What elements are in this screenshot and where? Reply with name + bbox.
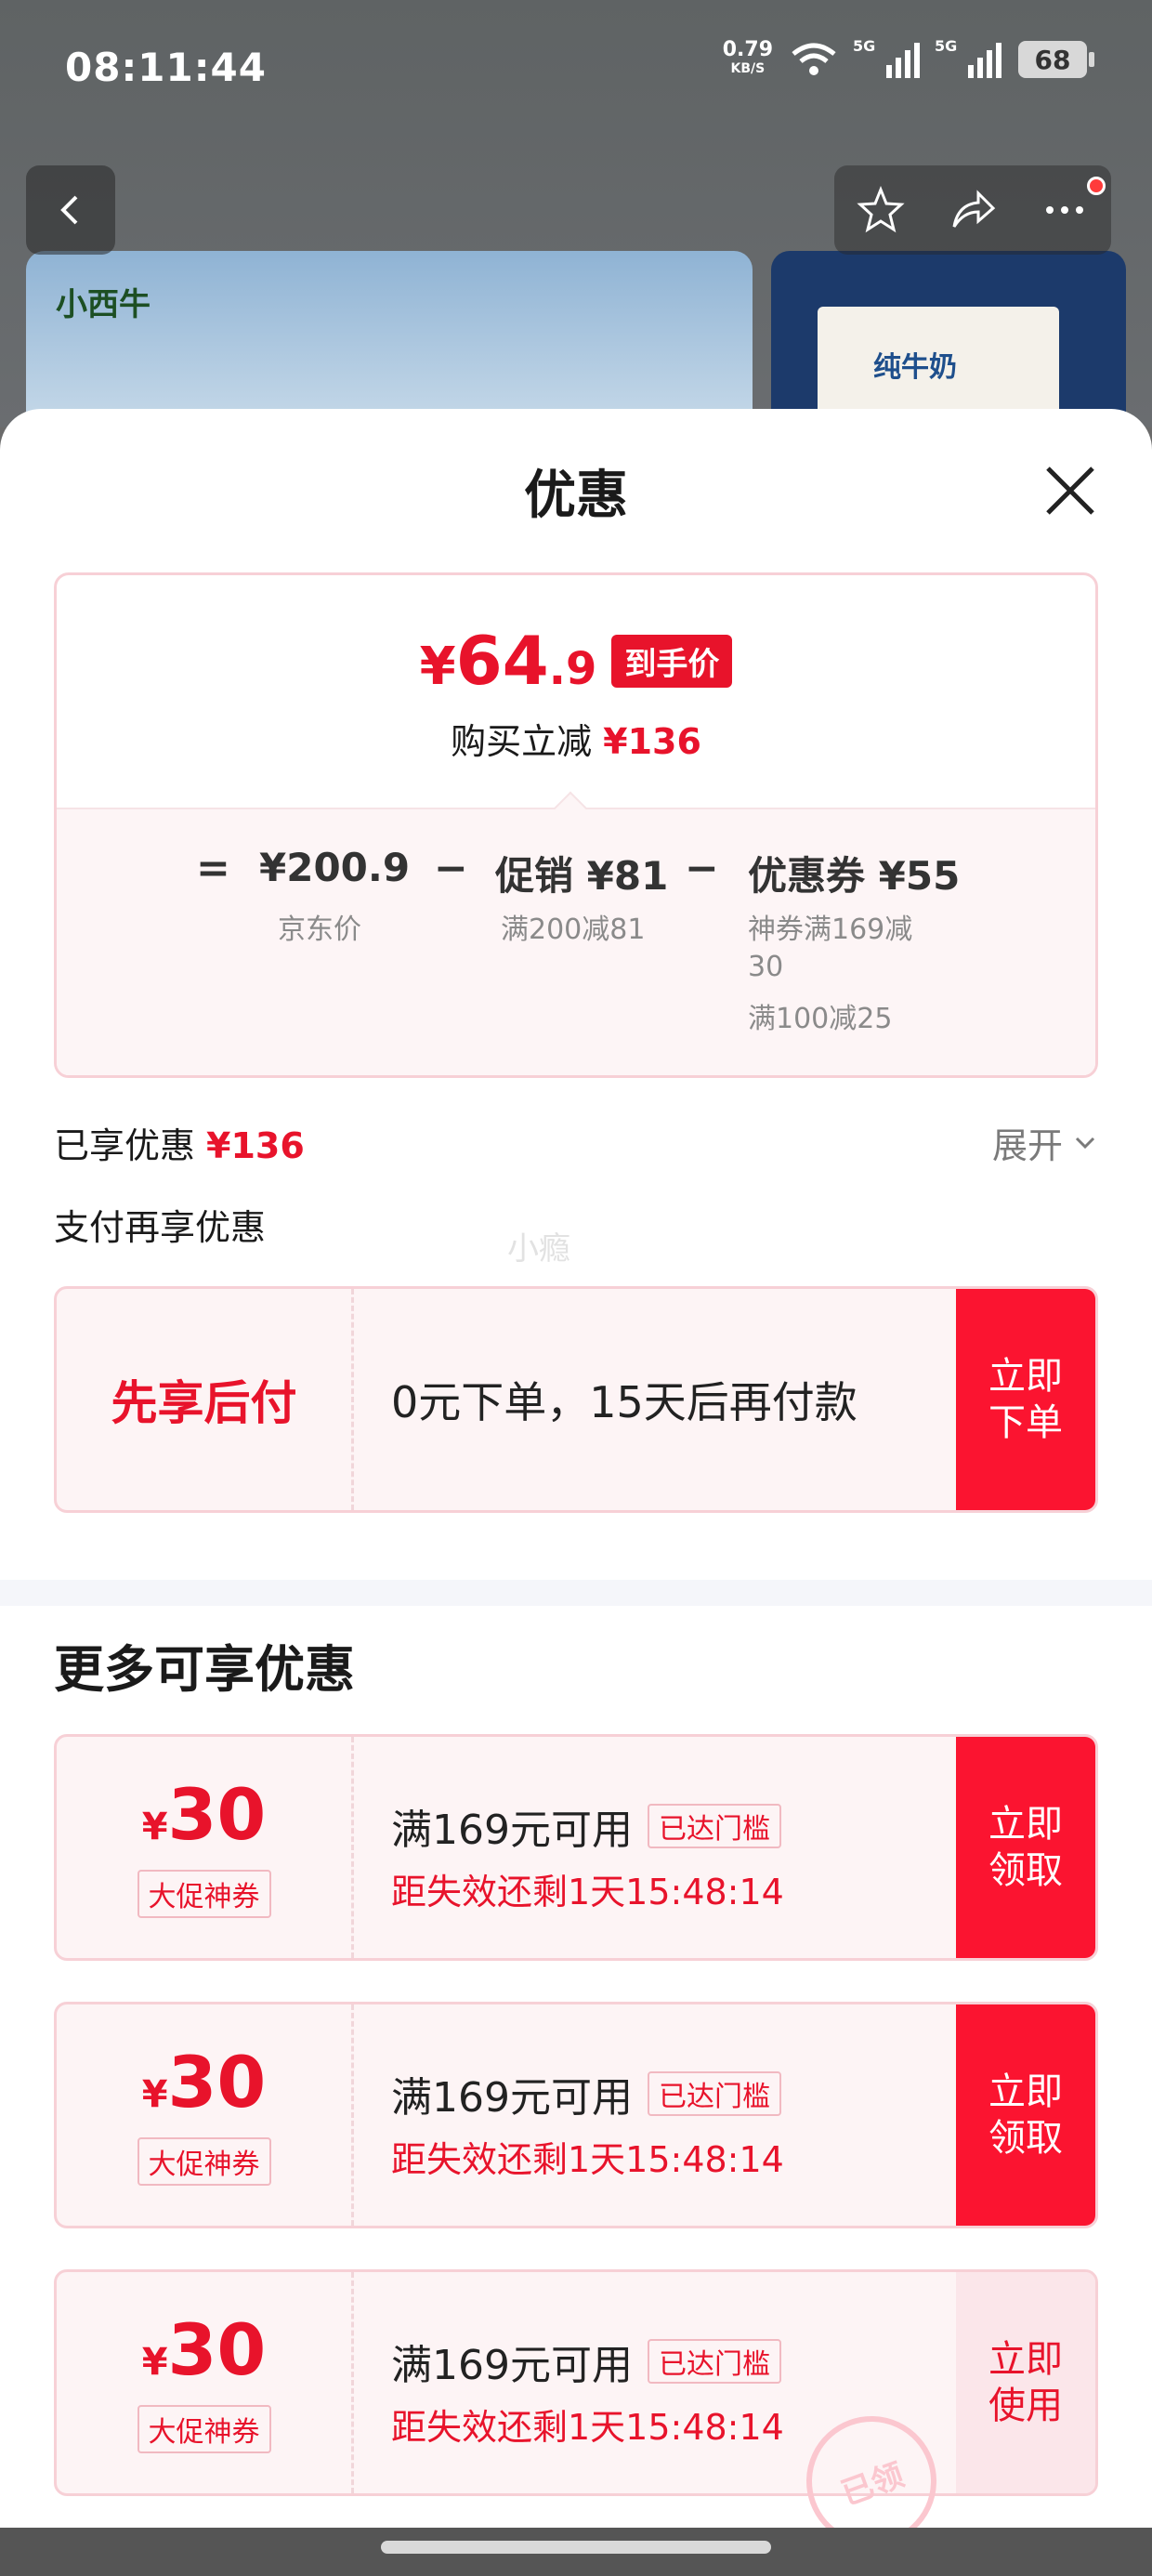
claim-button[interactable]: 立即 领取 (956, 1737, 1095, 1958)
price-summary-card: ¥64.9 到手价 购买立减 ¥136 = ¥200.9 京东价 − 促销 ¥8… (54, 572, 1098, 1078)
threshold-badge: 已达门槛 (647, 1804, 781, 1848)
more-icon[interactable] (1039, 184, 1091, 236)
final-price-row: ¥64.9 到手价 (57, 622, 1095, 700)
discount-sheet: 优惠 ¥64.9 到手价 购买立减 ¥136 = ¥200.9 京东价 − 促销… (0, 409, 1152, 2537)
coupon-value: ¥30 大促神券 (57, 1737, 354, 1958)
watermark: 小瘾 (507, 1230, 570, 1268)
home-indicator[interactable] (381, 2541, 771, 2554)
signal-icon: 5G (853, 37, 920, 78)
brand-logo: 小西牛 (56, 286, 151, 323)
top-actions (834, 165, 1111, 255)
coupon-type: 大促神券 (137, 2404, 271, 2453)
bnpl-card: 先享后付 0元下单，15天后再付款 立即 下单 (54, 1286, 1098, 1513)
coupon-info: 满169元可用 已达门槛 距失效还剩1天15:48:14 (391, 1796, 784, 1914)
chevron-down-icon (1075, 1137, 1095, 1149)
coupon-amount: 优惠券 ¥55 (748, 853, 961, 899)
pay-section-title: 支付再享优惠 (54, 1207, 267, 1248)
coupon-condition: 满169元可用 (391, 2342, 633, 2389)
coupon-condition: 满169元可用 (391, 1807, 633, 1854)
sheet-title: 优惠 (524, 466, 628, 526)
order-now-button[interactable]: 立即 下单 (956, 1289, 1095, 1510)
threshold-badge: 已达门槛 (647, 2339, 781, 2384)
coupon-info: 满169元可用 已达门槛 距失效还剩1天15:48:14 (391, 2332, 784, 2450)
bnpl-text: 0元下单，15天后再付款 (391, 1377, 857, 1427)
coupon-expire: 距失效还剩1天15:48:14 (391, 2407, 784, 2448)
coupon-condition: 满169元可用 (391, 2074, 633, 2122)
star-icon[interactable] (855, 184, 907, 236)
minus-sign: − (434, 845, 468, 892)
jd-price: ¥200.9 (259, 845, 411, 890)
price-tag: 到手价 (611, 634, 733, 688)
coupon-card: ¥30 大促神券 满169元可用 已达门槛 距失效还剩1天15:48:14 立即领… (54, 1734, 1098, 1961)
jd-price-label: 京东价 (278, 913, 361, 946)
section-divider (0, 1580, 1152, 1606)
close-icon[interactable] (1041, 461, 1100, 520)
coupon-detail-2: 满100减25 (748, 1003, 893, 1035)
coupon-value: ¥30 大促神券 (57, 2272, 354, 2493)
more-discounts-title: 更多可享优惠 (54, 1640, 355, 1699)
status-icons: 0.79 KB/S 5G 5G 68 (722, 37, 1094, 78)
coupon-expire: 距失效还剩1天15:48:14 (391, 2139, 784, 2180)
equals-sign: = (196, 845, 230, 892)
promo-detail: 满200减81 (501, 913, 646, 946)
back-icon (60, 195, 78, 225)
coupon-type: 大促神券 (137, 1869, 271, 1918)
signal-icon-2: 5G (935, 37, 1001, 78)
coupon-detail-1b: 30 (748, 951, 784, 983)
final-price: ¥64.9 (419, 622, 597, 700)
coupon-value: ¥30 大促神券 (57, 2004, 354, 2226)
clock: 08:11:44 (65, 45, 267, 90)
coupon-card: ¥30 大促神券 满169元可用 已达门槛 距失效还剩1天15:48:14 立即使… (54, 2269, 1098, 2496)
coupon-type: 大促神券 (137, 2136, 271, 2186)
coupon-amount: ¥30 (141, 2307, 267, 2391)
status-bar: 08:11:44 0.79 KB/S 5G 5G 68 (0, 0, 1152, 139)
coupon-card: ¥30 大促神券 满169元可用 已达门槛 距失效还剩1天15:48:14 立即领… (54, 2002, 1098, 2228)
back-button[interactable] (26, 165, 115, 255)
expand-button[interactable]: 展开 (992, 1117, 1098, 1168)
coupon-amount: ¥30 (141, 1772, 267, 1856)
coupon-expire: 距失效还剩1天15:48:14 (391, 1872, 784, 1912)
share-icon[interactable] (947, 184, 999, 236)
bnpl-label: 先享后付 (57, 1289, 354, 1510)
coupon-info: 满169元可用 已达门槛 距失效还剩1天15:48:14 (391, 2064, 784, 2182)
threshold-badge: 已达门槛 (647, 2071, 781, 2116)
battery-icon: 68 (1018, 41, 1094, 78)
notification-dot (1087, 177, 1106, 195)
coupon-detail-1: 神券满169减 (748, 913, 913, 946)
save-line: 购买立减 ¥136 (451, 721, 701, 762)
enjoyed-discount: 已享优惠 ¥136 (54, 1125, 305, 1166)
promo-amount: 促销 ¥81 (495, 853, 669, 899)
claim-button[interactable]: 立即 领取 (956, 2004, 1095, 2226)
use-now-button[interactable]: 立即 使用 (956, 2272, 1095, 2493)
network-speed: 0.79 KB/S (722, 38, 773, 77)
minus-sign-2: − (685, 845, 719, 892)
wifi-icon (792, 43, 836, 75)
coupon-amount: ¥30 (141, 2040, 267, 2123)
